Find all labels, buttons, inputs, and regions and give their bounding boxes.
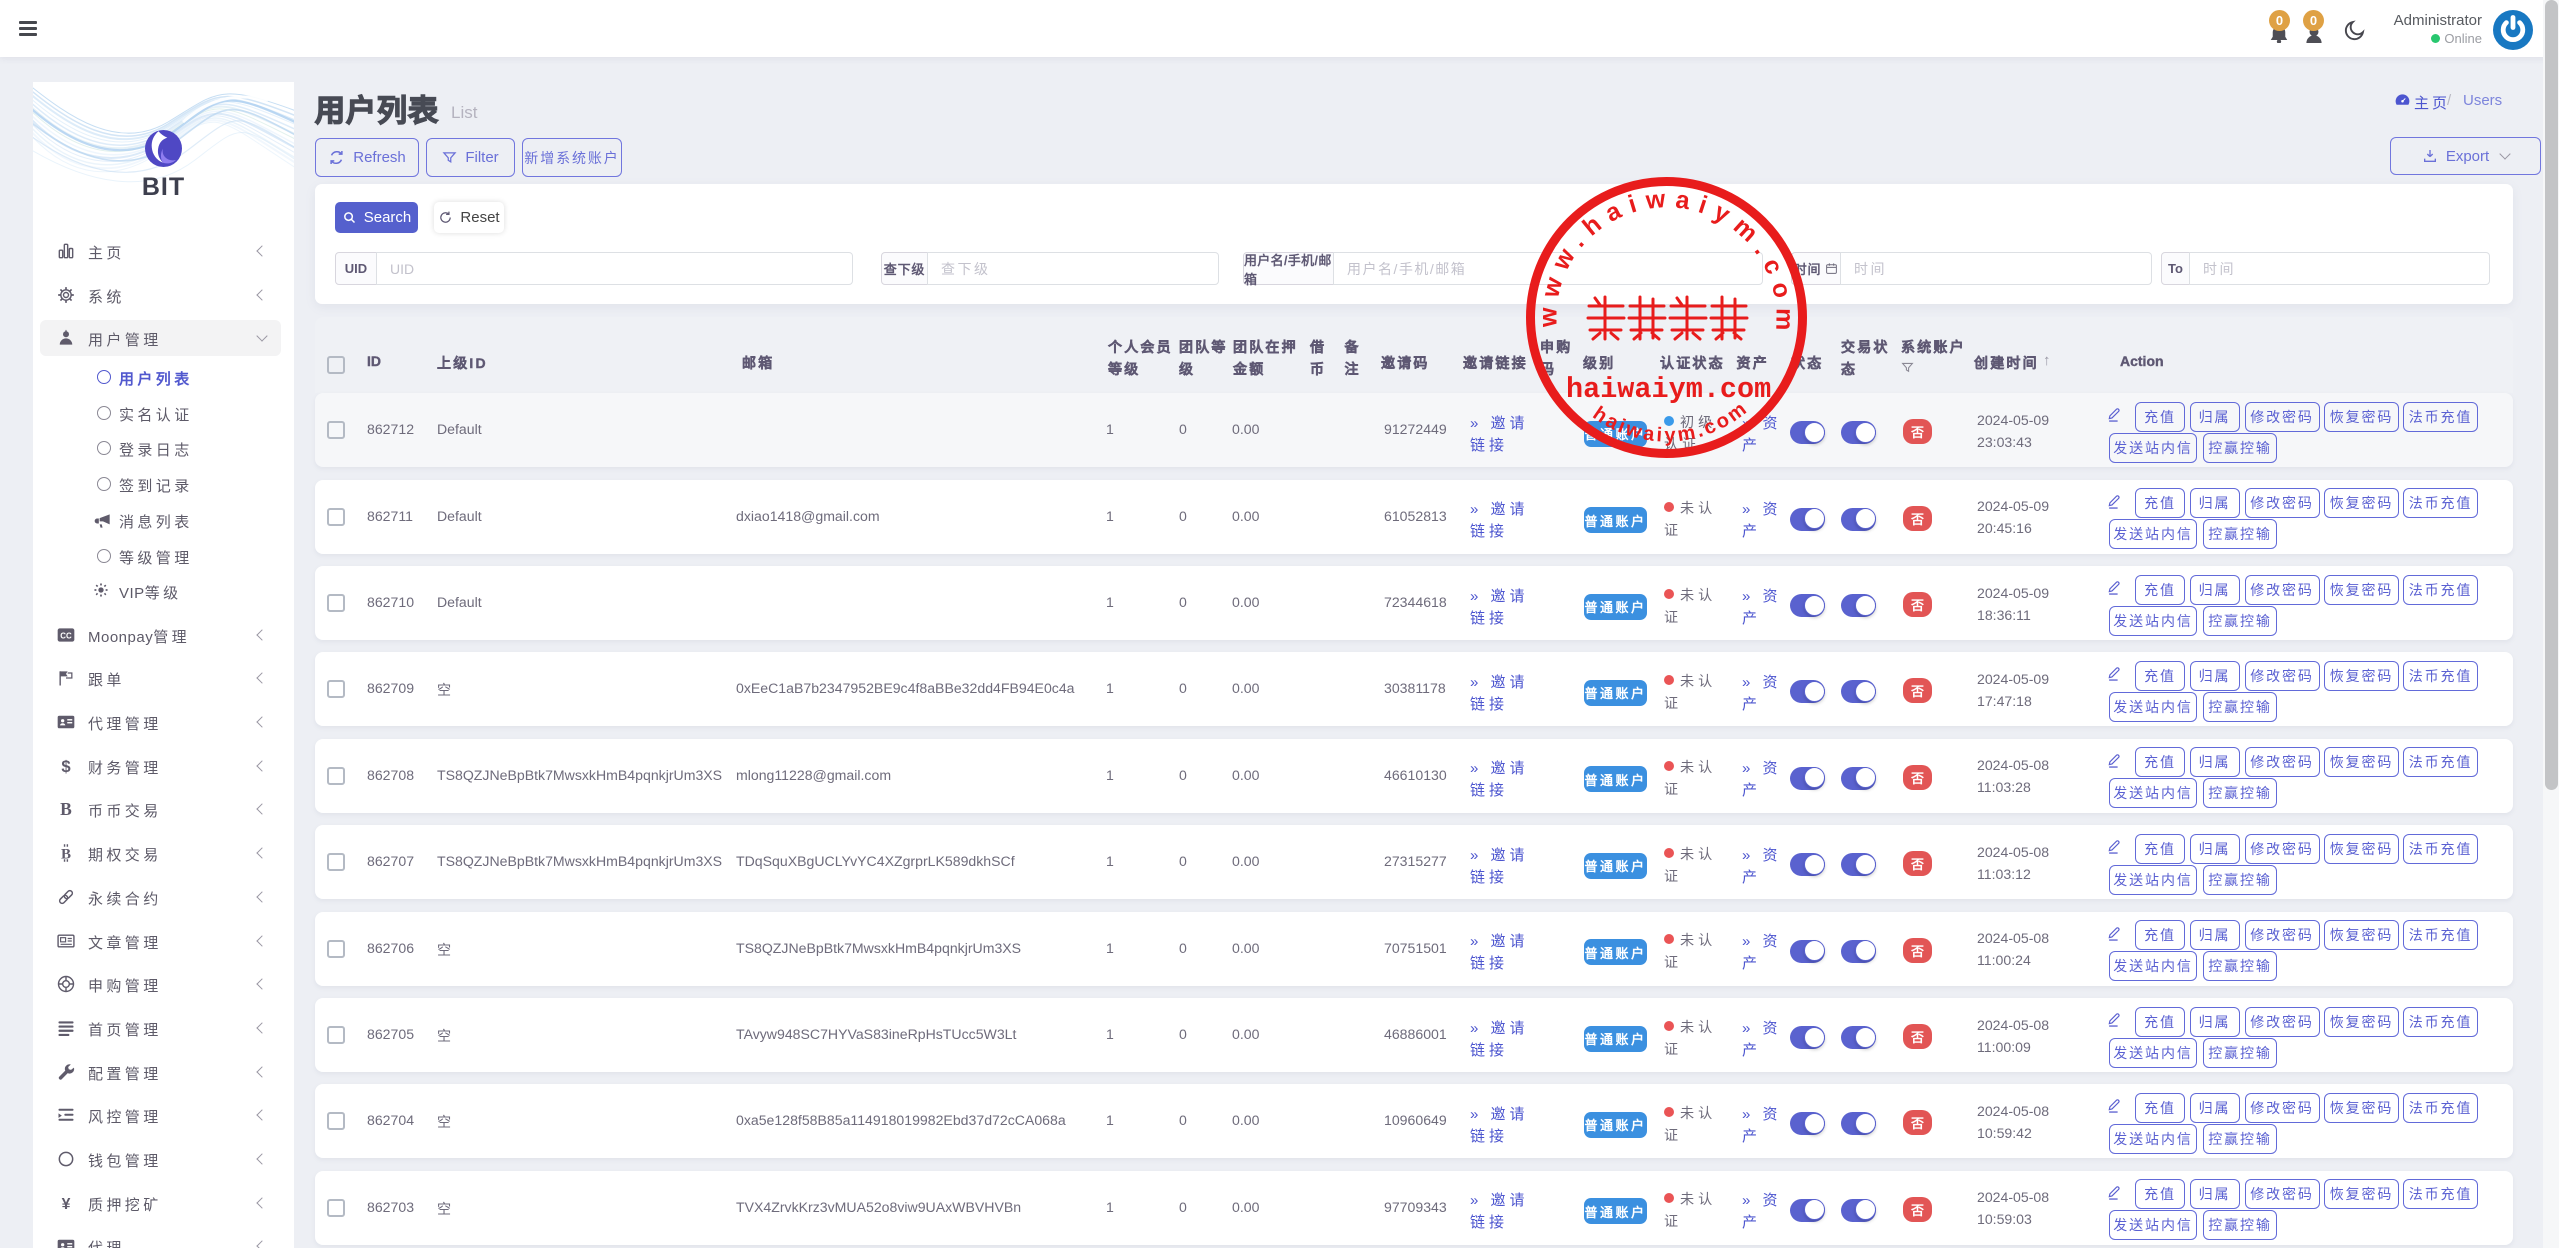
svg-text:CC: CC <box>60 631 72 640</box>
svg-text:B: B <box>61 847 71 863</box>
svg-text:www.haiwaiym.com: www.haiwaiym.com <box>1534 185 1798 331</box>
svg-text:B: B <box>60 799 72 819</box>
svg-text:¥: ¥ <box>62 1196 71 1213</box>
svg-text:haiwaiym.com: haiwaiym.com <box>1566 373 1771 406</box>
svg-text:$: $ <box>61 757 71 776</box>
